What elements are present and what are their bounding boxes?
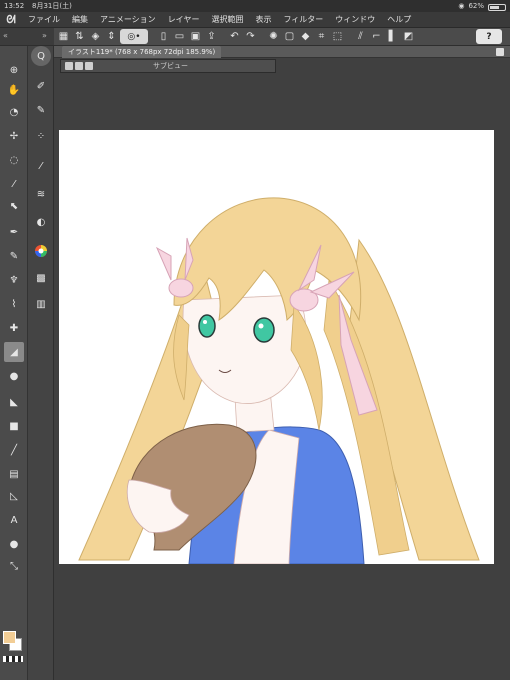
transform-icon[interactable]: ⌗ bbox=[314, 29, 329, 44]
color-wheel-graphic bbox=[35, 245, 47, 257]
menu-layer[interactable]: レイヤー bbox=[162, 12, 206, 28]
subview-title: サブビュー bbox=[153, 62, 188, 70]
menu-view[interactable]: 表示 bbox=[249, 12, 277, 28]
fill-icon[interactable]: ◣ bbox=[4, 392, 24, 412]
brush-size-icon[interactable]: ⁘ bbox=[31, 126, 51, 146]
gradient-icon[interactable]: ■ bbox=[4, 416, 24, 436]
menu-icon[interactable] bbox=[65, 62, 73, 70]
illustration bbox=[78, 197, 480, 564]
eyedropper-icon[interactable]: ⁄ bbox=[4, 174, 24, 194]
clip-studio-icon[interactable]: ᘛ bbox=[0, 12, 22, 28]
palette-bar: Q ✐ ✎ ⁘ ⁄ ≋ ◐ ◍ ▩ ▥ bbox=[28, 46, 54, 680]
correction-line-icon[interactable]: ⤡ bbox=[4, 556, 24, 576]
airbrush-icon[interactable]: ⌇ bbox=[4, 294, 24, 314]
undo-icon[interactable]: ↶ bbox=[227, 29, 242, 44]
menu-selection[interactable]: 選択範囲 bbox=[205, 12, 249, 28]
subview-palette[interactable]: サブビュー bbox=[60, 59, 276, 73]
export-icon[interactable]: ⇪ bbox=[204, 29, 219, 44]
text-icon[interactable]: A bbox=[4, 510, 24, 530]
color-history-icon[interactable]: ▥ bbox=[31, 294, 51, 314]
object-icon[interactable]: ⬉ bbox=[4, 196, 24, 216]
layer-property-icon[interactable]: ◐ bbox=[31, 212, 51, 232]
wifi-icon: ◉ bbox=[458, 2, 465, 10]
close-icon[interactable] bbox=[496, 48, 504, 56]
pen-pressure-icon[interactable]: ⌐ bbox=[369, 29, 384, 44]
main-color-swatch[interactable] bbox=[3, 631, 16, 644]
clip-studio-app: 13:52 8月31日(土) ◉ 62% ᘛ ファイル 編集 アニメーション レ… bbox=[0, 0, 510, 680]
pen-tool-icon[interactable]: ▌ bbox=[385, 29, 400, 44]
layers-icon[interactable]: ≋ bbox=[31, 184, 51, 204]
stroke-icon[interactable]: ⁄ bbox=[31, 156, 51, 176]
status-time: 13:52 bbox=[4, 2, 25, 10]
menu-file[interactable]: ファイル bbox=[22, 12, 66, 28]
expand-icon[interactable]: » bbox=[42, 31, 47, 40]
eraser-icon[interactable]: ◢ bbox=[4, 342, 24, 362]
menu-filter[interactable]: フィルター bbox=[277, 12, 329, 28]
color-set-icon[interactable]: ▩ bbox=[31, 268, 51, 288]
document-tab-bar: イラスト119* (768 x 768px 72dpi 185.9%) bbox=[54, 46, 510, 58]
battery-icon bbox=[488, 3, 506, 11]
tool-property-icon[interactable]: ✎ bbox=[31, 100, 51, 120]
new-file-icon[interactable]: ▯ bbox=[156, 29, 171, 44]
navigator-icon[interactable]: Q bbox=[31, 46, 51, 66]
decoration-icon[interactable]: ✚ bbox=[4, 318, 24, 338]
blend-icon[interactable]: ● bbox=[4, 366, 24, 386]
command-bar: ▦ ⇅ ◈ ⇕ ◎• ▯ ▭ ▣ ⇪ ↶ ↷ ✺ ▢ ◆ ⌗ ⬚ ⫽ ⌐ ▌ ◩… bbox=[54, 28, 510, 46]
tool-palette: ⊕ ✋ ◔ ✢ ◌ ⁄ ⬉ ✒ ✎ ♆ ⌇ ✚ ◢ ● ◣ ■ ╱ ▤ ◺ A … bbox=[0, 46, 28, 680]
sort-icon[interactable]: ⇅ bbox=[72, 29, 87, 44]
redo-icon[interactable]: ↷ bbox=[243, 29, 258, 44]
document-tab[interactable]: イラスト119* (768 x 768px 72dpi 185.9%) bbox=[62, 46, 222, 58]
flip-icon[interactable]: ◈ bbox=[88, 29, 103, 44]
menu-help[interactable]: ヘルプ bbox=[381, 12, 417, 28]
collapse-icon[interactable]: « bbox=[3, 31, 8, 40]
palette-dock-header: « » bbox=[0, 28, 54, 46]
status-date: 8月31日(土) bbox=[32, 2, 72, 10]
menu-window[interactable]: ウィンドウ bbox=[329, 12, 381, 28]
pencil-icon[interactable]: ✎ bbox=[4, 246, 24, 266]
transparent-color-swatch[interactable] bbox=[3, 656, 23, 662]
figure-icon[interactable]: ╱ bbox=[4, 440, 24, 460]
palette-icon[interactable]: ◩ bbox=[401, 29, 416, 44]
loading-icon[interactable]: ✺ bbox=[266, 29, 281, 44]
fill-selection-icon[interactable]: ◆ bbox=[298, 29, 313, 44]
frame-icon[interactable]: ▤ bbox=[4, 464, 24, 484]
canvas[interactable] bbox=[59, 130, 494, 564]
open-folder-icon[interactable]: ▭ bbox=[172, 29, 187, 44]
minimize-icon[interactable] bbox=[85, 62, 93, 70]
updown-icon[interactable]: ⇕ bbox=[104, 29, 119, 44]
balloon-icon[interactable]: ● bbox=[4, 534, 24, 554]
battery-percent: 62% bbox=[468, 2, 484, 10]
select-all-icon[interactable]: ⬚ bbox=[330, 29, 345, 44]
menu-animation[interactable]: アニメーション bbox=[94, 12, 162, 28]
close-icon[interactable] bbox=[75, 62, 83, 70]
document-tab-title: イラスト119* (768 x 768px 72dpi 185.9%) bbox=[68, 48, 216, 56]
brush-icon[interactable]: ♆ bbox=[4, 270, 24, 290]
menu-edit[interactable]: 編集 bbox=[66, 12, 94, 28]
pen-icon[interactable]: ✒ bbox=[4, 222, 24, 242]
rotate-icon[interactable]: ◔ bbox=[4, 102, 24, 122]
menu-bar: ᘛ ファイル 編集 アニメーション レイヤー 選択範囲 表示 フィルター ウィン… bbox=[0, 12, 510, 28]
save-icon[interactable]: ▣ bbox=[188, 29, 203, 44]
lasso-icon[interactable]: ◌ bbox=[4, 150, 24, 170]
grid-menu-icon[interactable]: ▦ bbox=[56, 29, 71, 44]
clear-icon[interactable]: ▢ bbox=[282, 29, 297, 44]
clip-studio-button[interactable]: ◎• bbox=[120, 29, 148, 44]
ruler-icon[interactable]: ◺ bbox=[4, 486, 24, 506]
move-icon[interactable]: ✢ bbox=[4, 126, 24, 146]
zoom-icon[interactable]: ⊕ bbox=[4, 60, 24, 80]
ios-status-bar: 13:52 8月31日(土) ◉ 62% bbox=[0, 0, 510, 12]
hand-icon[interactable]: ✋ bbox=[4, 80, 24, 100]
ruler-snap-icon[interactable]: ⫽ bbox=[353, 29, 368, 44]
status-right: ◉ 62% bbox=[458, 0, 506, 12]
help-button[interactable]: ? bbox=[476, 29, 502, 44]
sub-tool-icon[interactable]: ✐ bbox=[31, 76, 51, 96]
